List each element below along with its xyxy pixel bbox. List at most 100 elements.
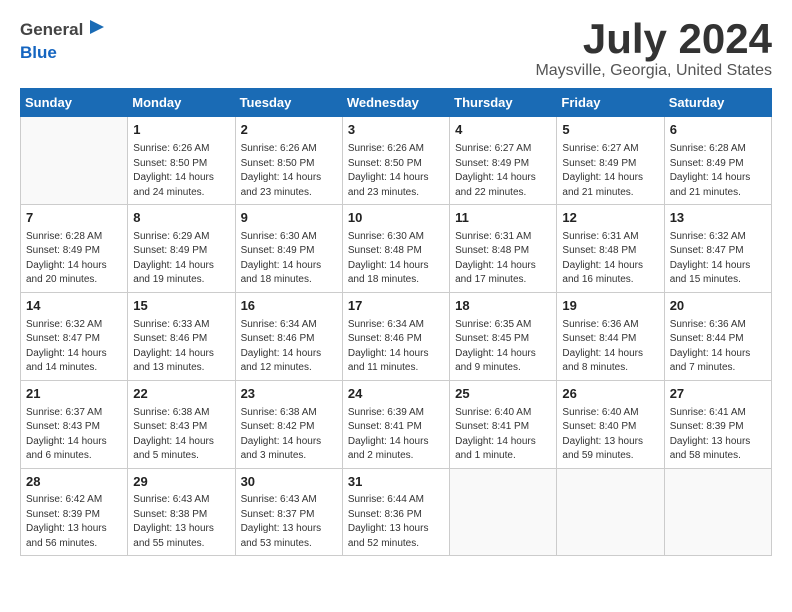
calendar-cell: 27 Sunrise: 6:41 AM Sunset: 8:39 PM Dayli… — [664, 380, 771, 468]
day-number: 1 — [133, 121, 229, 140]
day-info: Sunrise: 6:26 AM Sunset: 8:50 PM Dayligh… — [348, 142, 444, 200]
day-number: 14 — [26, 297, 122, 316]
header-cell-tuesday: Tuesday — [235, 89, 342, 117]
calendar-cell: 14Sunrise: 6:32 AM Sunset: 8:47 PM Dayli… — [21, 292, 128, 380]
calendar-cell: 23Sunrise: 6:38 AM Sunset: 8:42 PM Dayli… — [235, 380, 342, 468]
header-cell-wednesday: Wednesday — [342, 89, 449, 117]
calendar-cell: 13 Sunrise: 6:32 AM Sunset: 8:47 PM Dayli… — [664, 205, 771, 293]
calendar-cell: 17Sunrise: 6:34 AM Sunset: 8:46 PM Dayli… — [342, 292, 449, 380]
day-number: 11 — [455, 209, 551, 228]
day-info: Sunrise: 6:43 AM Sunset: 8:38 PM Dayligh… — [133, 493, 229, 551]
calendar-cell: 3 Sunrise: 6:26 AM Sunset: 8:50 PM Daylig… — [342, 117, 449, 205]
calendar-cell: 9 Sunrise: 6:30 AM Sunset: 8:49 PM Daylig… — [235, 205, 342, 293]
calendar-cell: 25 Sunrise: 6:40 AM Sunset: 8:41 PM Dayli… — [450, 380, 557, 468]
day-number: 10 — [348, 209, 444, 228]
calendar-cell: 24 Sunrise: 6:39 AM Sunset: 8:41 PM Dayli… — [342, 380, 449, 468]
day-number: 30 — [241, 473, 337, 492]
calendar-cell: 16 Sunrise: 6:34 AM Sunset: 8:46 PM Dayli… — [235, 292, 342, 380]
day-number: 12 — [562, 209, 658, 228]
day-number: 8 — [133, 209, 229, 228]
calendar-week-row: 21 Sunrise: 6:37 AM Sunset: 8:43 PM Dayli… — [21, 380, 772, 468]
day-info: Sunrise: 6:31 AM Sunset: 8:48 PM Dayligh… — [562, 230, 658, 288]
day-info: Sunrise: 6:41 AM Sunset: 8:39 PM Dayligh… — [670, 406, 766, 464]
location-title: Maysville, Georgia, United States — [535, 62, 772, 80]
day-info: Sunrise: 6:35 AM Sunset: 8:45 PM Dayligh… — [455, 318, 551, 376]
day-info: Sunrise: 6:30 AM Sunset: 8:48 PM Dayligh… — [348, 230, 444, 288]
day-number: 28 — [26, 473, 122, 492]
day-number: 5 — [562, 121, 658, 140]
day-info: Sunrise: 6:44 AM Sunset: 8:36 PM Dayligh… — [348, 493, 444, 551]
day-info: Sunrise: 6:32 AM Sunset: 8:47 PM Dayligh… — [670, 230, 766, 288]
day-info: Sunrise: 6:28 AM Sunset: 8:49 PM Dayligh… — [26, 230, 122, 288]
calendar-table: SundayMondayTuesdayWednesdayThursdayFrid… — [20, 88, 772, 556]
calendar-cell: 10 Sunrise: 6:30 AM Sunset: 8:48 PM Dayli… — [342, 205, 449, 293]
day-number: 20 — [670, 297, 766, 316]
day-info: Sunrise: 6:39 AM Sunset: 8:41 PM Dayligh… — [348, 406, 444, 464]
calendar-cell: 30Sunrise: 6:43 AM Sunset: 8:37 PM Dayli… — [235, 468, 342, 556]
calendar-cell — [664, 468, 771, 556]
day-number: 27 — [670, 385, 766, 404]
day-number: 21 — [26, 385, 122, 404]
logo-icon — [86, 16, 108, 38]
calendar-cell: 31Sunrise: 6:44 AM Sunset: 8:36 PM Dayli… — [342, 468, 449, 556]
day-info: Sunrise: 6:38 AM Sunset: 8:42 PM Dayligh… — [241, 406, 337, 464]
calendar-cell: 4Sunrise: 6:27 AM Sunset: 8:49 PM Daylig… — [450, 117, 557, 205]
calendar-cell: 22Sunrise: 6:38 AM Sunset: 8:43 PM Dayli… — [128, 380, 235, 468]
calendar-cell: 15 Sunrise: 6:33 AM Sunset: 8:46 PM Dayli… — [128, 292, 235, 380]
day-info: Sunrise: 6:42 AM Sunset: 8:39 PM Dayligh… — [26, 493, 122, 551]
day-info: Sunrise: 6:28 AM Sunset: 8:49 PM Dayligh… — [670, 142, 766, 200]
calendar-cell: 21 Sunrise: 6:37 AM Sunset: 8:43 PM Dayli… — [21, 380, 128, 468]
calendar-week-row: 28Sunrise: 6:42 AM Sunset: 8:39 PM Dayli… — [21, 468, 772, 556]
day-number: 31 — [348, 473, 444, 492]
day-info: Sunrise: 6:26 AM Sunset: 8:50 PM Dayligh… — [133, 142, 229, 200]
day-number: 29 — [133, 473, 229, 492]
day-number: 22 — [133, 385, 229, 404]
day-number: 25 — [455, 385, 551, 404]
day-info: Sunrise: 6:27 AM Sunset: 8:49 PM Dayligh… — [562, 142, 658, 200]
day-number: 16 — [241, 297, 337, 316]
day-number: 15 — [133, 297, 229, 316]
header-cell-saturday: Saturday — [664, 89, 771, 117]
day-number: 19 — [562, 297, 658, 316]
calendar-week-row: 14Sunrise: 6:32 AM Sunset: 8:47 PM Dayli… — [21, 292, 772, 380]
day-info: Sunrise: 6:40 AM Sunset: 8:41 PM Dayligh… — [455, 406, 551, 464]
day-number: 9 — [241, 209, 337, 228]
day-number: 18 — [455, 297, 551, 316]
calendar-cell: 2Sunrise: 6:26 AM Sunset: 8:50 PM Daylig… — [235, 117, 342, 205]
calendar-week-row: 1 Sunrise: 6:26 AM Sunset: 8:50 PM Daylig… — [21, 117, 772, 205]
header-cell-thursday: Thursday — [450, 89, 557, 117]
header-cell-monday: Monday — [128, 89, 235, 117]
title-area: July 2024 Maysville, Georgia, United Sta… — [535, 16, 772, 80]
day-info: Sunrise: 6:34 AM Sunset: 8:46 PM Dayligh… — [241, 318, 337, 376]
day-number: 13 — [670, 209, 766, 228]
day-info: Sunrise: 6:34 AM Sunset: 8:46 PM Dayligh… — [348, 318, 444, 376]
calendar-cell: 26Sunrise: 6:40 AM Sunset: 8:40 PM Dayli… — [557, 380, 664, 468]
calendar-cell — [21, 117, 128, 205]
day-info: Sunrise: 6:33 AM Sunset: 8:46 PM Dayligh… — [133, 318, 229, 376]
header-cell-friday: Friday — [557, 89, 664, 117]
day-info: Sunrise: 6:31 AM Sunset: 8:48 PM Dayligh… — [455, 230, 551, 288]
day-number: 7 — [26, 209, 122, 228]
calendar-cell — [450, 468, 557, 556]
header-cell-sunday: Sunday — [21, 89, 128, 117]
logo: General Blue — [20, 16, 108, 63]
day-info: Sunrise: 6:40 AM Sunset: 8:40 PM Dayligh… — [562, 406, 658, 464]
day-number: 24 — [348, 385, 444, 404]
calendar-cell: 19Sunrise: 6:36 AM Sunset: 8:44 PM Dayli… — [557, 292, 664, 380]
calendar-cell: 7 Sunrise: 6:28 AM Sunset: 8:49 PM Daylig… — [21, 205, 128, 293]
calendar-cell: 1 Sunrise: 6:26 AM Sunset: 8:50 PM Daylig… — [128, 117, 235, 205]
calendar-cell: 20Sunrise: 6:36 AM Sunset: 8:44 PM Dayli… — [664, 292, 771, 380]
calendar-header-row: SundayMondayTuesdayWednesdayThursdayFrid… — [21, 89, 772, 117]
day-info: Sunrise: 6:30 AM Sunset: 8:49 PM Dayligh… — [241, 230, 337, 288]
header: General Blue July 2024 Maysville, Georgi… — [20, 16, 772, 80]
calendar-cell: 6 Sunrise: 6:28 AM Sunset: 8:49 PM Daylig… — [664, 117, 771, 205]
day-number: 2 — [241, 121, 337, 140]
day-number: 3 — [348, 121, 444, 140]
calendar-cell: 29Sunrise: 6:43 AM Sunset: 8:38 PM Dayli… — [128, 468, 235, 556]
day-info: Sunrise: 6:37 AM Sunset: 8:43 PM Dayligh… — [26, 406, 122, 464]
calendar-cell: 28Sunrise: 6:42 AM Sunset: 8:39 PM Dayli… — [21, 468, 128, 556]
day-number: 6 — [670, 121, 766, 140]
logo-blue: Blue — [20, 43, 57, 63]
calendar-cell: 12 Sunrise: 6:31 AM Sunset: 8:48 PM Dayli… — [557, 205, 664, 293]
calendar-cell: 5 Sunrise: 6:27 AM Sunset: 8:49 PM Daylig… — [557, 117, 664, 205]
